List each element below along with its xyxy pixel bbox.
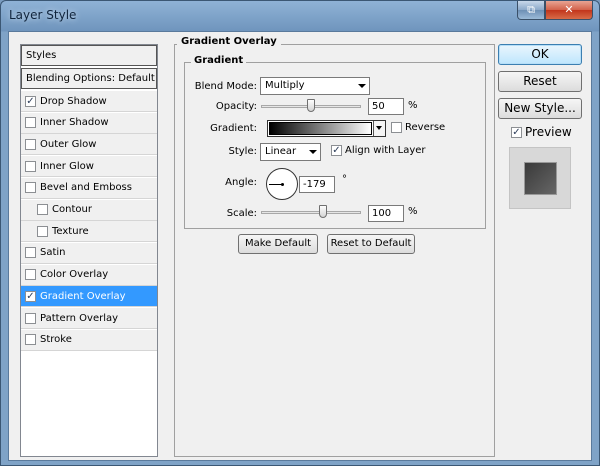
style-checkbox[interactable] [25,312,36,324]
style-item-outer-glow[interactable]: Outer Glow [21,134,157,156]
style-item-label: Inner Glow [40,160,94,172]
scale-slider-track[interactable] [261,211,361,214]
style-item-contour[interactable]: Contour [21,199,157,221]
style-item-label: Outer Glow [40,138,97,150]
preview-checkbox[interactable]: ✓ Preview [511,125,572,139]
gradient-label: Gradient: [210,123,257,134]
reverse-checkbox[interactable]: Reverse [391,122,445,133]
opacity-label: Opacity: [215,101,257,112]
scale-slider-thumb[interactable] [319,205,327,218]
close-icon: ✕ [564,3,574,16]
chevron-down-icon [358,84,366,88]
reverse-label: Reverse [405,122,446,133]
style-item-label: Contour [52,204,92,215]
style-checkbox[interactable] [25,334,36,346]
blend-mode-value: Multiply [265,80,305,91]
style-item-stroke[interactable]: Stroke [21,329,157,351]
style-item-label: Satin [40,247,66,259]
style-item-color-overlay[interactable]: Color Overlay [21,264,157,286]
blending-options-item[interactable]: Blending Options: Default [21,68,157,89]
align-check[interactable]: ✓ [331,145,342,156]
restore-icon: ⧉ [527,3,535,16]
title-bar[interactable]: Layer Style ⧉ ✕ [1,1,599,31]
scale-label: Scale: [226,208,257,219]
style-checkbox[interactable]: ✓ [25,95,36,107]
reverse-check[interactable] [391,122,402,133]
angle-input[interactable]: -179 [299,176,335,193]
style-item-drop-shadow[interactable]: ✓ Drop Shadow [21,91,157,112]
style-item-bevel-and-emboss[interactable]: Bevel and Emboss [21,177,157,199]
preview-label: Preview [525,125,572,139]
opacity-input[interactable]: 50 [368,98,404,115]
style-label: Style: [228,146,258,157]
opacity-slider-thumb[interactable] [307,99,315,112]
align-label: Align with Layer [345,145,426,156]
styles-list: Styles Blending Options: Default ✓ Drop S… [20,44,158,457]
style-item-inner-glow[interactable]: Inner Glow [21,156,157,178]
style-item-label: Drop Shadow [40,95,107,107]
style-item-label: Inner Shadow [40,117,109,129]
style-checkbox[interactable] [25,138,36,150]
style-item-label: Bevel and Emboss [40,182,132,194]
style-checkbox[interactable] [37,225,48,237]
chevron-down-icon[interactable] [373,121,385,136]
style-item-label: Color Overlay [40,269,109,281]
gradient-picker[interactable] [267,120,386,137]
panel-title: Gradient Overlay [177,36,281,47]
reset-to-default-button[interactable]: Reset to Default [327,234,415,254]
section-title: Gradient [191,55,247,66]
style-checkbox[interactable] [25,247,36,259]
style-item-texture[interactable]: Texture [21,221,157,243]
style-checkbox[interactable]: ✓ [25,290,36,302]
dialog-client: Styles Blending Options: Default ✓ Drop S… [8,31,592,461]
angle-unit: ° [342,174,347,185]
preview-swatch [524,162,557,195]
scale-input[interactable]: 100 [368,205,404,222]
gradient-preview[interactable] [269,122,372,135]
style-checkbox[interactable] [25,269,36,281]
blend-mode-select[interactable]: Multiply [260,77,370,95]
ok-button[interactable]: OK [498,44,582,65]
style-item-label: Pattern Overlay [40,312,119,324]
preview-thumbnail [509,147,571,209]
style-item-label: Stroke [40,334,72,346]
opacity-unit: % [408,100,418,111]
style-item-label: Gradient Overlay [40,290,126,302]
style-value: Linear [265,146,297,157]
style-item-satin[interactable]: Satin [21,242,157,264]
style-item-pattern-overlay[interactable]: Pattern Overlay [21,308,157,329]
close-button[interactable]: ✕ [545,1,593,20]
new-style-button[interactable]: New Style... [498,98,582,119]
restore-button[interactable]: ⧉ [517,1,545,20]
blend-mode-label: Blend Mode: [194,81,257,92]
style-checkbox[interactable] [25,160,36,172]
style-select[interactable]: Linear [260,143,321,161]
preview-check[interactable]: ✓ [511,126,522,138]
angle-center [281,183,284,186]
scale-unit: % [408,206,418,217]
styles-header[interactable]: Styles [21,45,157,66]
chevron-down-icon [309,150,317,154]
style-checkbox[interactable] [25,182,36,194]
reset-button[interactable]: Reset [498,71,582,92]
style-item-inner-shadow[interactable]: Inner Shadow [21,112,157,134]
window-title: Layer Style [9,8,77,22]
make-default-button[interactable]: Make Default [238,234,318,254]
layer-style-window: Layer Style ⧉ ✕ Styles Blending Options:… [0,0,600,466]
style-item-label: Texture [52,225,89,237]
angle-dial[interactable] [266,168,298,200]
style-item-gradient-overlay[interactable]: ✓ Gradient Overlay [21,286,157,308]
align-with-layer-checkbox[interactable]: ✓ Align with Layer [331,145,426,156]
style-checkbox[interactable] [37,204,48,215]
angle-label: Angle: [225,177,257,188]
style-checkbox[interactable] [25,117,36,129]
